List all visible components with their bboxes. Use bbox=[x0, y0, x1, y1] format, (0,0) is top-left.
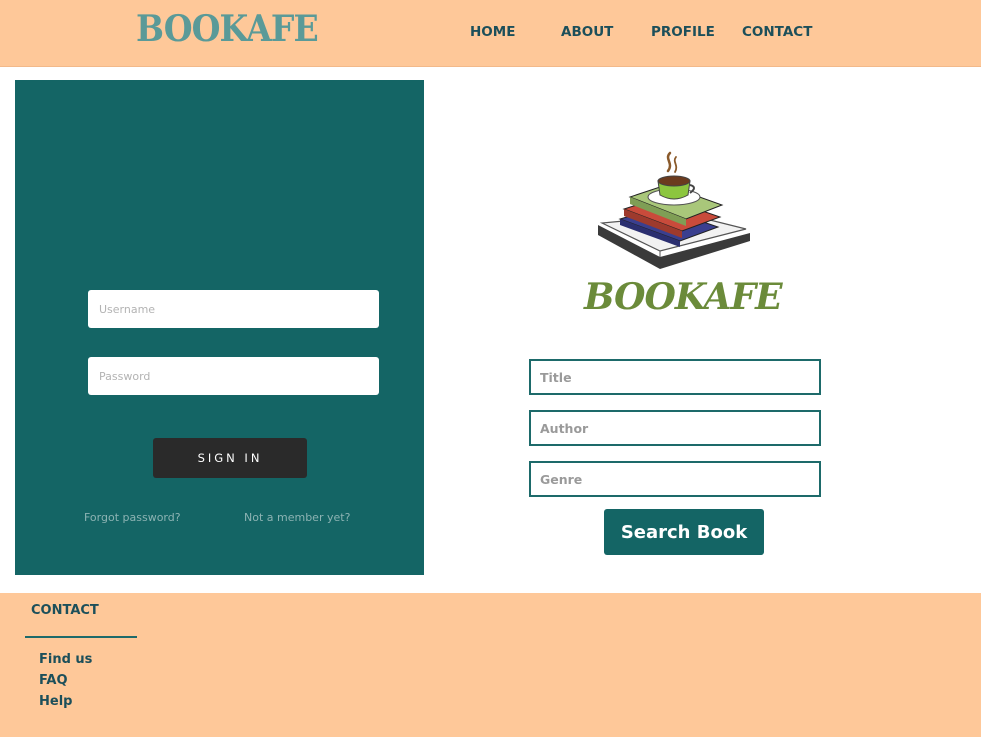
search-book-button[interactable]: Search Book bbox=[604, 509, 764, 555]
footer-help-link[interactable]: Help bbox=[39, 694, 72, 709]
footer-divider bbox=[25, 636, 137, 638]
signin-panel: Sign In SIGN IN Forgot password? Not a m… bbox=[15, 80, 424, 575]
signin-button[interactable]: SIGN IN bbox=[153, 438, 307, 478]
author-search-input[interactable] bbox=[529, 410, 821, 446]
title-search-input[interactable] bbox=[529, 359, 821, 395]
username-input[interactable] bbox=[88, 290, 379, 328]
brand-logo[interactable]: BOOKAFE bbox=[136, 8, 319, 50]
footer-find-us-link[interactable]: Find us bbox=[39, 652, 92, 667]
genre-search-input[interactable] bbox=[529, 461, 821, 497]
books-coffee-logo-icon bbox=[598, 151, 750, 269]
bookafe-logo-text: BOOKAFE bbox=[584, 276, 783, 318]
nav-about-link[interactable]: ABOUT bbox=[561, 24, 613, 40]
nav-home-link[interactable]: HOME bbox=[470, 24, 515, 40]
forgot-password-link[interactable]: Forgot password? bbox=[84, 511, 181, 524]
password-input[interactable] bbox=[88, 357, 379, 395]
footer-faq-link[interactable]: FAQ bbox=[39, 673, 68, 688]
nav-contact-link[interactable]: CONTACT bbox=[742, 24, 812, 40]
footer: CONTACT Find us FAQ Help bbox=[0, 593, 981, 737]
not-member-link[interactable]: Not a member yet? bbox=[244, 511, 350, 524]
footer-contact-title: CONTACT bbox=[31, 603, 99, 618]
top-navbar: BOOKAFE HOME ABOUT PROFILE CONTACT bbox=[0, 0, 981, 67]
nav-profile-link[interactable]: PROFILE bbox=[651, 24, 715, 40]
